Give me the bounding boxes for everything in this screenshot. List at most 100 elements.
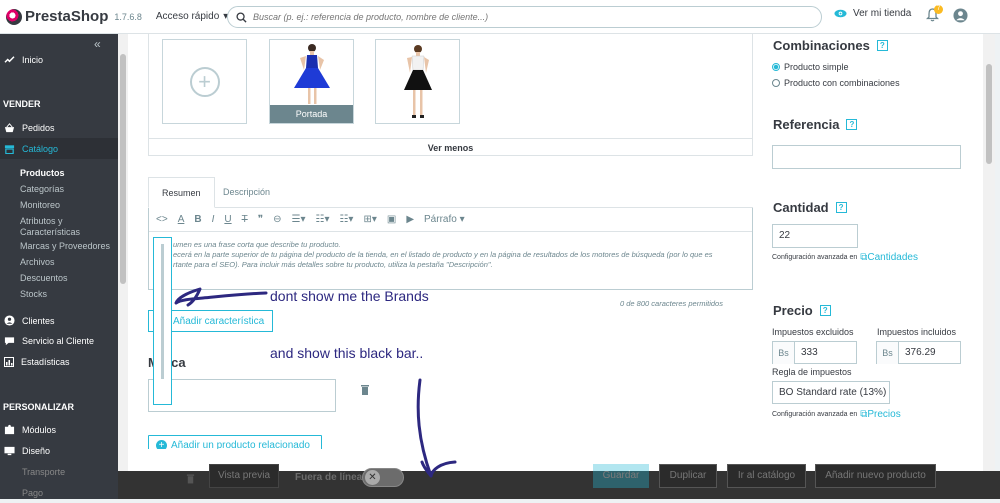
sidebar-item-catalogo[interactable]: Catálogo — [0, 138, 118, 159]
brand-select[interactable] — [148, 379, 336, 412]
user-avatar-icon[interactable] — [953, 8, 968, 23]
sidebar-item-inicio[interactable]: Inicio — [0, 49, 118, 70]
sidebar-scrollbar[interactable] — [118, 34, 128, 499]
quick-access-dropdown[interactable]: Acceso rápido ▾ — [156, 11, 228, 22]
editor-toolbar: <> A B I U T ❞ ⊖ ☰▾ ☷▾ ☷▾ ⊞▾ ▣ ▶ Párrafo… — [149, 208, 752, 232]
paragraph-format-select[interactable]: Párrafo ▾ — [424, 214, 465, 225]
editor-content[interactable]: umen es una frase corta que describe tu … — [173, 240, 748, 270]
prices-link[interactable]: ⧉Precios — [860, 409, 901, 420]
tab-description[interactable]: Descripción — [210, 177, 283, 208]
see-less-toggle[interactable]: Ver menos — [148, 138, 753, 157]
sidebar-item-estadisticas[interactable]: Estadísticas — [0, 351, 118, 372]
sidebar-sub-archivos[interactable]: Archivos — [20, 257, 55, 268]
product-image-thumb[interactable] — [375, 39, 460, 124]
sidebar-sub-stocks[interactable]: Stocks — [20, 289, 47, 300]
numbered-list-icon[interactable]: ☷▾ — [339, 214, 353, 225]
sidebar-item-transporte[interactable]: Transporte — [0, 461, 118, 482]
underline-icon[interactable]: U — [224, 214, 231, 225]
advanced-config-quantities: Configuración avanzada en ⧉Cantidades — [772, 252, 918, 263]
price-incl-input[interactable]: Bs 376.29 — [876, 341, 961, 364]
sidebar-item-clientes[interactable]: Clientes — [0, 310, 118, 331]
help-icon[interactable]: ? — [835, 202, 847, 213]
add-feature-label: Añadir característica — [173, 315, 265, 327]
editor-line: umen es una frase corta que describe tu … — [173, 240, 341, 249]
sidebar-label: Catálogo — [22, 143, 59, 154]
tabs-bar: Resumen Descripción — [148, 177, 753, 208]
add-new-product-button[interactable]: Añadir nuevo producto — [815, 464, 936, 488]
currency-addon: Bs — [877, 342, 899, 364]
radio-simple-product[interactable]: Producto simple — [772, 62, 849, 72]
view-store-link[interactable]: Ver mi tienda — [834, 8, 911, 19]
page-scrollbar[interactable] — [983, 34, 995, 499]
price-excl-input[interactable]: Bs 333 — [772, 341, 857, 364]
product-image-thumb[interactable]: Portada — [269, 39, 354, 124]
help-icon[interactable]: ? — [846, 119, 858, 130]
overlay-scroll-track — [161, 244, 164, 379]
table-icon[interactable]: ⊞▾ — [363, 214, 376, 225]
prices-link-label: Precios — [867, 409, 901, 420]
page-scrollbar-thumb[interactable] — [986, 64, 992, 164]
sidebar-sub-categorias[interactable]: Categorías — [20, 184, 64, 195]
quantity-input[interactable]: 22 — [772, 224, 858, 248]
font-color-icon[interactable]: A — [178, 214, 185, 225]
view-store-label: Ver mi tienda — [853, 8, 912, 19]
trend-icon — [4, 56, 15, 63]
online-toggle[interactable]: ✕ — [362, 468, 404, 487]
bullet-list-icon[interactable]: ☷▾ — [315, 214, 329, 225]
overlay-scroll-widget[interactable] — [153, 237, 172, 405]
sidebar-sub-atributos[interactable]: Atributos y Características — [20, 216, 100, 238]
sidebar-sub-marcas[interactable]: Marcas y Proveedores — [20, 241, 110, 252]
code-icon[interactable]: <> — [156, 214, 168, 225]
radio-with-combinations[interactable]: Producto con combinaciones — [772, 78, 900, 88]
annotation-note-black-bar: and show this black bar.. — [270, 345, 424, 361]
quote-icon[interactable]: ❞ — [258, 214, 263, 225]
search-input[interactable] — [253, 12, 813, 22]
summary-editor[interactable]: <> A B I U T ❞ ⊖ ☰▾ ☷▾ ☷▾ ⊞▾ ▣ ▶ Párrafo… — [148, 208, 753, 290]
annotation-note-brands: dont show me the Brands — [270, 288, 429, 304]
sidebar-item-pedidos[interactable]: Pedidos — [0, 117, 118, 138]
reference-title-text: Referencia — [773, 117, 840, 132]
quantity-title: Cantidad ? — [773, 200, 847, 215]
sidebar-sub-productos[interactable]: Productos — [20, 168, 65, 179]
save-button[interactable]: Guardar — [593, 464, 649, 488]
sidebar-sub-descuentos[interactable]: Descuentos — [20, 273, 68, 284]
tax-rule-label: Regla de impuestos — [772, 367, 852, 377]
link-icon[interactable]: ⊖ — [273, 214, 281, 225]
search-box[interactable] — [227, 6, 822, 28]
image-icon[interactable]: ▣ — [387, 214, 396, 225]
user-icon — [4, 315, 15, 326]
help-icon[interactable]: ? — [819, 305, 831, 316]
tab-summary[interactable]: Resumen — [148, 177, 215, 208]
bold-icon[interactable]: B — [194, 214, 201, 225]
sidebar-label: Clientes — [22, 315, 55, 326]
tax-rule-select[interactable]: BO Standard rate (13%) — [772, 381, 890, 404]
align-icon[interactable]: ☰▾ — [292, 214, 306, 225]
quick-access-label: Acceso rápido — [155, 11, 220, 22]
strikethrough-icon[interactable]: T — [242, 214, 248, 225]
prestashop-logo[interactable]: PrestaShop 1.7.6.8 — [6, 8, 142, 25]
media-icon[interactable]: ▶ — [406, 214, 414, 225]
preview-button[interactable]: Vista previa — [209, 464, 279, 488]
logo-text: PrestaShop — [25, 8, 109, 25]
sidebar-sub-monitoreo[interactable]: Monitoreo — [20, 200, 60, 211]
sidebar-item-servicio[interactable]: Servicio al Cliente — [0, 330, 118, 351]
sidebar-label: Transporte — [22, 466, 66, 477]
store-icon — [4, 144, 15, 154]
sidebar-item-pago[interactable]: Pago — [0, 482, 118, 503]
trash-icon[interactable] — [360, 384, 370, 395]
close-icon: ✕ — [365, 470, 380, 485]
help-icon[interactable]: ? — [876, 40, 888, 51]
radio-checked-icon — [772, 63, 780, 71]
sidebar-item-modulos[interactable]: Módulos — [0, 419, 118, 440]
go-to-catalog-button[interactable]: Ir al catálogo — [727, 464, 806, 488]
add-image-button[interactable]: + — [162, 39, 247, 124]
trash-icon[interactable] — [186, 473, 195, 484]
basket-icon — [4, 122, 15, 132]
reference-input[interactable] — [772, 145, 961, 169]
quantities-link[interactable]: ⧉Cantidades — [860, 252, 918, 263]
sidebar-scrollbar-thumb[interactable] — [120, 54, 126, 284]
sidebar-item-diseno[interactable]: Diseño — [0, 440, 118, 461]
duplicate-button[interactable]: Duplicar — [659, 464, 717, 488]
italic-icon[interactable]: I — [212, 214, 215, 225]
section-personalizar: PERSONALIZAR — [3, 402, 75, 412]
